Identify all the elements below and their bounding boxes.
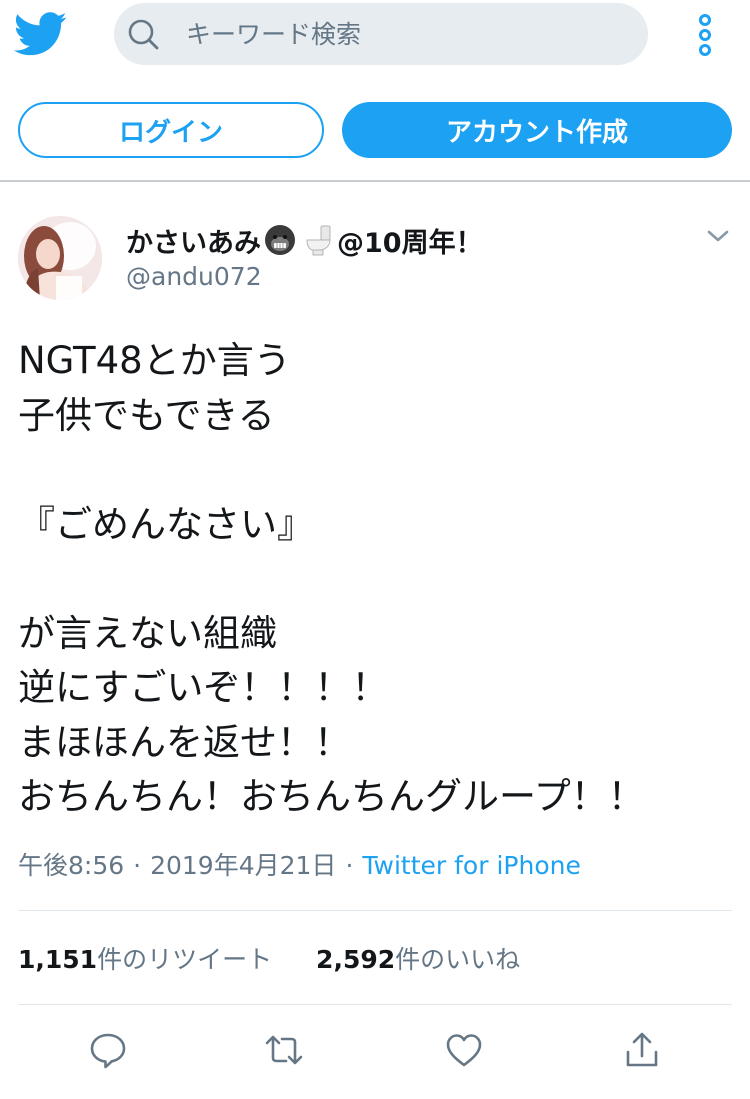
- share-icon[interactable]: [622, 1030, 662, 1070]
- user-display-name[interactable]: かさいあみ @10周年！: [126, 222, 483, 259]
- like-stat-label: 件のいいね: [395, 945, 521, 974]
- avatar[interactable]: [18, 216, 102, 300]
- twitter-bird-icon[interactable]: [14, 12, 68, 56]
- signup-button[interactable]: アカウント作成: [342, 102, 732, 158]
- tweet-date[interactable]: 2019年4月21日: [150, 851, 336, 880]
- user-name-text: かさいあみ: [126, 227, 261, 259]
- top-bar: [0, 0, 750, 76]
- user-name-suffix: @10周年！: [337, 227, 483, 259]
- chevron-down-icon[interactable]: [704, 226, 732, 246]
- tweet-text: NGT48とか言う 子供でもできる 『ごめんなさい』 が言えない組織 逆にすごい…: [18, 339, 645, 818]
- login-button[interactable]: ログイン: [18, 102, 324, 158]
- retweet-count: 1,151: [18, 945, 98, 974]
- tweet-meta: 午後8:56 · 2019年4月21日 · Twitter for iPhone: [18, 846, 581, 882]
- header-divider: [0, 180, 750, 182]
- more-vertical-icon[interactable]: [690, 12, 720, 58]
- heart-icon[interactable]: [444, 1030, 484, 1070]
- reply-icon[interactable]: [88, 1030, 128, 1070]
- actions-divider: [18, 1004, 732, 1005]
- retweet-icon[interactable]: [264, 1030, 304, 1070]
- toilet-emoji-icon: [306, 225, 331, 256]
- meta-separator: ·: [133, 851, 142, 880]
- like-stat[interactable]: 2,592件のいいね: [316, 945, 520, 974]
- tweet-time[interactable]: 午後8:56: [18, 851, 124, 880]
- like-count: 2,592: [316, 945, 396, 974]
- retweet-stat[interactable]: 1,151件のリツイート: [18, 945, 272, 974]
- gorilla-emoji-icon: [265, 225, 295, 255]
- search-bar[interactable]: [114, 3, 648, 65]
- avatar-image: [18, 216, 102, 300]
- retweet-stat-label: 件のリツイート: [97, 945, 273, 974]
- stats-divider: [18, 910, 732, 911]
- tweet-stats: 1,151件のリツイート 2,592件のいいね: [18, 940, 520, 976]
- tweet-source-link[interactable]: Twitter for iPhone: [362, 851, 580, 880]
- search-icon: [128, 19, 159, 50]
- user-handle[interactable]: @andu072: [126, 262, 262, 291]
- meta-separator: ·: [345, 851, 354, 880]
- search-input[interactable]: [186, 3, 626, 65]
